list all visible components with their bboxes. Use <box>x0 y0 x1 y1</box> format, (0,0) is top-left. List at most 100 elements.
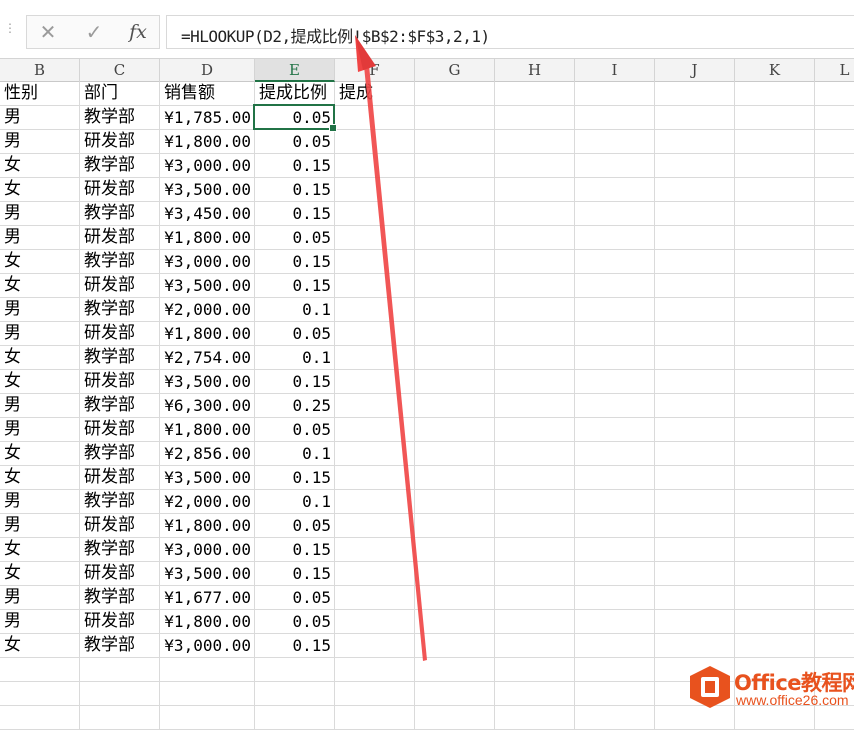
cell-c4[interactable]: 教学部 <box>80 154 160 178</box>
cell-l16[interactable] <box>815 442 854 466</box>
cell-b23[interactable]: 男 <box>0 610 80 634</box>
cell-e7[interactable]: 0.05 <box>255 226 335 250</box>
cell-f15[interactable] <box>335 418 415 442</box>
cell-e19[interactable]: 0.05 <box>255 514 335 538</box>
cell-l1[interactable] <box>815 82 854 106</box>
cell-g6[interactable] <box>415 202 495 226</box>
cell-h27[interactable] <box>495 706 575 730</box>
cell-h16[interactable] <box>495 442 575 466</box>
cell-l11[interactable] <box>815 322 854 346</box>
cell-d6[interactable]: ¥3,450.00 <box>160 202 255 226</box>
cell-b25[interactable] <box>0 658 80 682</box>
cell-e14[interactable]: 0.25 <box>255 394 335 418</box>
cell-i20[interactable] <box>575 538 655 562</box>
cell-l15[interactable] <box>815 418 854 442</box>
cell-j6[interactable] <box>655 202 735 226</box>
cell-l18[interactable] <box>815 490 854 514</box>
cell-k8[interactable] <box>735 250 815 274</box>
cell-l24[interactable] <box>815 634 854 658</box>
cell-i23[interactable] <box>575 610 655 634</box>
cell-i24[interactable] <box>575 634 655 658</box>
cell-k15[interactable] <box>735 418 815 442</box>
cell-c19[interactable]: 研发部 <box>80 514 160 538</box>
cell-e17[interactable]: 0.15 <box>255 466 335 490</box>
cell-f6[interactable] <box>335 202 415 226</box>
cell-l2[interactable] <box>815 106 854 130</box>
cell-g20[interactable] <box>415 538 495 562</box>
cell-c21[interactable]: 研发部 <box>80 562 160 586</box>
cell-f20[interactable] <box>335 538 415 562</box>
cell-c8[interactable]: 教学部 <box>80 250 160 274</box>
cell-g10[interactable] <box>415 298 495 322</box>
cell-e16[interactable]: 0.1 <box>255 442 335 466</box>
cell-c14[interactable]: 教学部 <box>80 394 160 418</box>
cell-i2[interactable] <box>575 106 655 130</box>
cell-k2[interactable] <box>735 106 815 130</box>
cell-j15[interactable] <box>655 418 735 442</box>
cell-g21[interactable] <box>415 562 495 586</box>
cell-c24[interactable]: 教学部 <box>80 634 160 658</box>
cell-h11[interactable] <box>495 322 575 346</box>
cell-k9[interactable] <box>735 274 815 298</box>
cell-c12[interactable]: 教学部 <box>80 346 160 370</box>
cell-b11[interactable]: 男 <box>0 322 80 346</box>
formula-bar-grip[interactable]: ⋮ <box>4 22 16 40</box>
cell-h21[interactable] <box>495 562 575 586</box>
cell-l22[interactable] <box>815 586 854 610</box>
cell-g26[interactable] <box>415 682 495 706</box>
cell-b8[interactable]: 女 <box>0 250 80 274</box>
cell-j4[interactable] <box>655 154 735 178</box>
cell-e24[interactable]: 0.15 <box>255 634 335 658</box>
cell-c11[interactable]: 研发部 <box>80 322 160 346</box>
cell-d10[interactable]: ¥2,000.00 <box>160 298 255 322</box>
cell-c9[interactable]: 研发部 <box>80 274 160 298</box>
cell-c6[interactable]: 教学部 <box>80 202 160 226</box>
cell-e22[interactable]: 0.05 <box>255 586 335 610</box>
cell-f3[interactable] <box>335 130 415 154</box>
cell-c17[interactable]: 研发部 <box>80 466 160 490</box>
cell-b27[interactable] <box>0 706 80 730</box>
cell-e13[interactable]: 0.15 <box>255 370 335 394</box>
cell-i25[interactable] <box>575 658 655 682</box>
cell-i19[interactable] <box>575 514 655 538</box>
cell-j11[interactable] <box>655 322 735 346</box>
cell-f24[interactable] <box>335 634 415 658</box>
cell-b19[interactable]: 男 <box>0 514 80 538</box>
cell-f5[interactable] <box>335 178 415 202</box>
cell-f10[interactable] <box>335 298 415 322</box>
cell-f21[interactable] <box>335 562 415 586</box>
column-header-i[interactable]: I <box>575 59 655 82</box>
cell-b7[interactable]: 男 <box>0 226 80 250</box>
cell-l10[interactable] <box>815 298 854 322</box>
cell-b15[interactable]: 男 <box>0 418 80 442</box>
cell-e12[interactable]: 0.1 <box>255 346 335 370</box>
cell-g23[interactable] <box>415 610 495 634</box>
cell-e5[interactable]: 0.15 <box>255 178 335 202</box>
cell-h17[interactable] <box>495 466 575 490</box>
cell-d19[interactable]: ¥1,800.00 <box>160 514 255 538</box>
cell-j13[interactable] <box>655 370 735 394</box>
column-header-j[interactable]: J <box>655 59 735 82</box>
cell-j23[interactable] <box>655 610 735 634</box>
cell-g11[interactable] <box>415 322 495 346</box>
cell-h4[interactable] <box>495 154 575 178</box>
cell-g15[interactable] <box>415 418 495 442</box>
cell-g13[interactable] <box>415 370 495 394</box>
cell-f19[interactable] <box>335 514 415 538</box>
cell-b22[interactable]: 男 <box>0 586 80 610</box>
cell-f25[interactable] <box>335 658 415 682</box>
cell-d9[interactable]: ¥3,500.00 <box>160 274 255 298</box>
cell-i8[interactable] <box>575 250 655 274</box>
cell-h25[interactable] <box>495 658 575 682</box>
cell-g14[interactable] <box>415 394 495 418</box>
cell-k3[interactable] <box>735 130 815 154</box>
cell-f1[interactable]: 提成 <box>335 82 415 106</box>
cell-g12[interactable] <box>415 346 495 370</box>
cell-k1[interactable] <box>735 82 815 106</box>
cell-i17[interactable] <box>575 466 655 490</box>
cell-b10[interactable]: 男 <box>0 298 80 322</box>
cell-g18[interactable] <box>415 490 495 514</box>
cell-g3[interactable] <box>415 130 495 154</box>
cell-e26[interactable] <box>255 682 335 706</box>
cell-g24[interactable] <box>415 634 495 658</box>
